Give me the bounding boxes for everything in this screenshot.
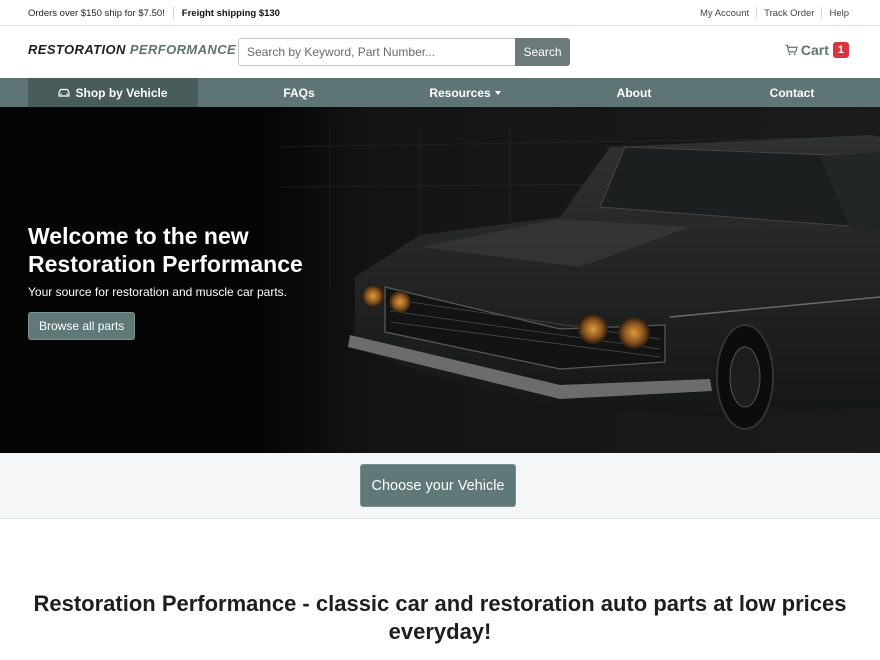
help-link[interactable]: Help bbox=[829, 8, 849, 19]
main-nav: Shop by Vehicle FAQs Resources About Con… bbox=[0, 78, 880, 107]
top-strip: Orders over $150 ship for $7.50! Freight… bbox=[0, 0, 880, 26]
logo-text-performance: PERFORMANCE bbox=[129, 42, 237, 57]
nav-label: FAQs bbox=[283, 85, 315, 100]
car-icon bbox=[58, 88, 71, 97]
cart-link[interactable]: Cart 1 bbox=[785, 42, 849, 58]
nav-about[interactable]: About bbox=[575, 78, 693, 107]
browse-all-parts-button[interactable]: Browse all parts bbox=[28, 312, 136, 340]
nav-label: Resources bbox=[429, 85, 491, 100]
caret-down-icon bbox=[494, 90, 501, 95]
choose-vehicle-button[interactable]: Choose your Vehicle bbox=[360, 464, 516, 507]
utility-links: My Account Track Order Help bbox=[700, 7, 849, 19]
divider bbox=[821, 7, 823, 19]
nav-label: Shop by Vehicle bbox=[75, 85, 168, 100]
vehicle-selector-band: Choose your Vehicle bbox=[0, 453, 880, 519]
hero-subtitle: Your source for restoration and muscle c… bbox=[28, 285, 288, 299]
site-logo[interactable]: RESTORATION PERFORMANCE bbox=[28, 42, 236, 57]
search-button[interactable]: Search bbox=[515, 38, 570, 66]
shipping-promo: Orders over $150 ship for $7.50! bbox=[28, 7, 165, 19]
logo-text-restoration: RESTORATION bbox=[28, 42, 126, 57]
divider bbox=[172, 7, 174, 19]
cart-icon bbox=[785, 44, 798, 56]
hero-content: Welcome to the new Restoration Performan… bbox=[28, 222, 318, 340]
cart-label: Cart bbox=[800, 42, 829, 58]
page-heading: Restoration Performance - classic car an… bbox=[33, 591, 847, 644]
promo-area: Orders over $150 ship for $7.50! Freight… bbox=[28, 7, 280, 19]
search-form: Search bbox=[238, 38, 570, 66]
nav-faqs[interactable]: FAQs bbox=[240, 78, 358, 107]
cart-count-badge: 1 bbox=[832, 42, 849, 58]
my-account-link[interactable]: My Account bbox=[700, 8, 749, 19]
nav-contact[interactable]: Contact bbox=[733, 78, 851, 107]
freight-promo: Freight shipping $130 bbox=[181, 7, 280, 19]
divider bbox=[756, 7, 758, 19]
nav-shop-by-vehicle[interactable]: Shop by Vehicle bbox=[28, 78, 198, 107]
nav-resources[interactable]: Resources bbox=[405, 78, 525, 107]
track-order-link[interactable]: Track Order bbox=[764, 8, 814, 19]
nav-label: Contact bbox=[769, 85, 815, 100]
site-header: RESTORATION PERFORMANCE Search Cart 1 bbox=[0, 26, 880, 78]
hero-banner: Welcome to the new Restoration Performan… bbox=[0, 107, 880, 453]
nav-label: About bbox=[616, 85, 652, 100]
hero-title: Welcome to the new Restoration Performan… bbox=[28, 223, 303, 277]
search-input[interactable] bbox=[238, 38, 515, 66]
